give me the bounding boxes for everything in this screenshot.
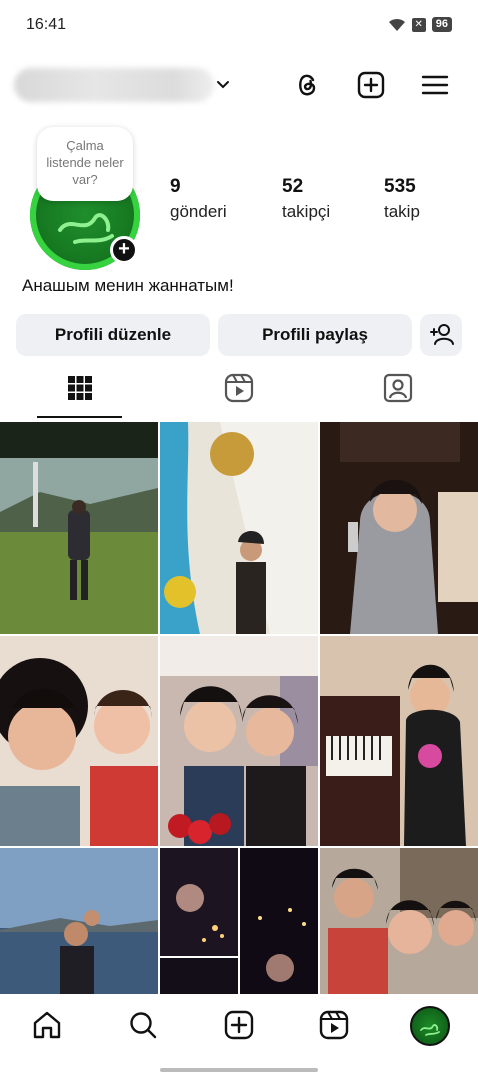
wifi-icon — [388, 18, 405, 31]
share-profile-button[interactable]: Profili paylaş — [218, 314, 412, 356]
reels-icon[interactable] — [317, 1008, 351, 1042]
profile-header: Çalma listende neler var? + 9 gönderi 52… — [0, 120, 478, 280]
post-thumbnail[interactable] — [160, 848, 238, 956]
profile-avatar-nav[interactable] — [410, 1006, 450, 1046]
profile-tabs — [0, 366, 478, 420]
chevron-down-icon[interactable] — [214, 75, 232, 93]
home-icon[interactable] — [30, 1008, 64, 1042]
calligraphy-logo — [420, 1024, 440, 1036]
status-time: 16:41 — [26, 16, 67, 33]
username-blurred[interactable] — [14, 68, 214, 102]
post-thumbnail[interactable] — [320, 636, 478, 846]
post-thumbnail[interactable] — [0, 848, 158, 994]
stat-posts[interactable]: 9 gönderi — [170, 176, 227, 222]
add-story-button[interactable]: + — [110, 236, 138, 264]
tagged-icon[interactable] — [382, 372, 414, 404]
post-thumbnail[interactable] — [320, 422, 478, 634]
following-count: 535 — [384, 176, 416, 197]
edit-profile-button[interactable]: Profili düzenle — [16, 314, 210, 356]
followers-count: 52 — [282, 176, 304, 197]
note-bubble[interactable]: Çalma listende neler var? — [37, 127, 133, 201]
grid-icon[interactable] — [64, 372, 96, 404]
posts-label: gönderi — [170, 202, 227, 221]
add-person-icon — [430, 324, 454, 345]
stat-following[interactable]: 535 takip — [384, 176, 420, 222]
plus-square-icon[interactable] — [356, 70, 386, 100]
search-icon[interactable] — [126, 1008, 160, 1042]
battery-indicator: 96 — [431, 17, 452, 32]
post-thumbnail[interactable] — [160, 636, 318, 846]
post-thumbnail[interactable] — [0, 422, 158, 634]
reels-icon[interactable] — [223, 372, 255, 404]
top-bar — [0, 60, 478, 110]
status-bar: 16:41 ✕ 96 — [0, 0, 478, 50]
following-label: takip — [384, 202, 420, 221]
posts-grid — [0, 422, 478, 994]
stat-followers[interactable]: 52 takipçi — [282, 176, 330, 222]
followers-label: takipçi — [282, 202, 331, 221]
bio-text: Анашым менин жаннатым! — [22, 276, 234, 295]
posts-count: 9 — [170, 176, 181, 197]
post-thumbnail[interactable] — [160, 422, 318, 634]
active-tab-indicator — [37, 416, 122, 418]
threads-icon[interactable] — [292, 70, 322, 100]
home-indicator — [160, 1068, 318, 1072]
discover-people-button[interactable] — [420, 314, 462, 356]
post-thumbnail[interactable] — [240, 848, 318, 994]
no-sim-icon: ✕ — [411, 17, 426, 32]
post-thumbnail[interactable] — [320, 848, 478, 994]
status-icons: ✕ 96 — [388, 17, 452, 32]
post-thumbnail[interactable] — [0, 636, 158, 846]
menu-icon[interactable] — [420, 70, 450, 100]
create-icon[interactable] — [222, 1008, 256, 1042]
post-thumbnail[interactable] — [160, 958, 238, 994]
